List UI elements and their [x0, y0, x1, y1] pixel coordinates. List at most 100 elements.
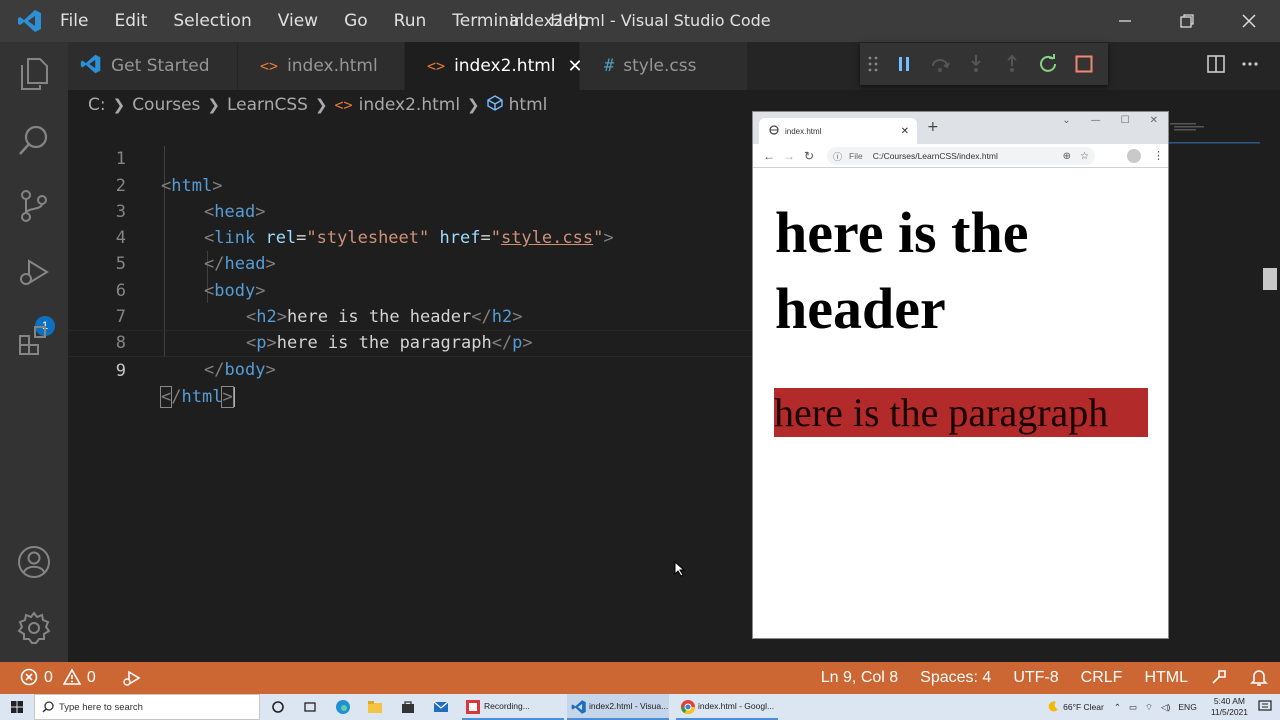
tab-index-html[interactable]: <> index.html	[238, 42, 405, 90]
back-arrow-icon[interactable]: ←	[763, 149, 775, 163]
code-line: 2 <head>	[68, 146, 752, 222]
step-out-icon[interactable]	[994, 46, 1030, 82]
taskbar-app-label: index.html - Googl...	[698, 701, 775, 711]
extensions-icon[interactable]	[14, 320, 54, 360]
source-control-icon[interactable]	[14, 186, 54, 226]
volume-icon[interactable]: ◁)	[1161, 702, 1170, 713]
browser-toolbar: ← → ↻ ⓘ File C:/Courses/LearnCSS/index.h…	[753, 144, 1168, 168]
wifi-icon[interactable]: ⌔	[1145, 702, 1153, 713]
pause-icon[interactable]	[886, 46, 922, 82]
html-file-icon: <>	[334, 96, 353, 114]
chevron-right-icon: ❯	[207, 96, 220, 114]
account-icon[interactable]	[14, 542, 54, 582]
symbol-element-icon	[486, 94, 503, 116]
browser-menu-icon[interactable]: ⋮	[1153, 149, 1164, 162]
breadcrumb-drive[interactable]: C:	[88, 95, 106, 115]
breadcrumb-folder-courses[interactable]: Courses	[132, 95, 200, 115]
taskbar-app-chrome[interactable]: index.html - Googl...	[676, 694, 778, 720]
taskbar-app-label: Recording...	[484, 701, 530, 711]
indentation[interactable]: Spaces: 4	[920, 669, 991, 687]
search-icon[interactable]	[14, 120, 54, 160]
taskbar-app-vscode[interactable]: index2.html - Visua...	[567, 694, 669, 720]
settings-gear-icon[interactable]	[14, 608, 54, 648]
explorer-icon[interactable]	[14, 54, 54, 94]
bookmark-star-icon[interactable]: ☆	[1080, 151, 1089, 162]
edge-browser-icon[interactable]	[333, 697, 353, 717]
close-tab-icon[interactable]: ✕	[901, 126, 909, 137]
step-over-icon[interactable]	[922, 46, 958, 82]
notifications-bell-icon[interactable]	[1250, 668, 1268, 688]
taskbar-search-input[interactable]: Type here to search	[34, 694, 260, 720]
taskbar-app-recording[interactable]: Recording...	[462, 694, 564, 720]
browser-tab[interactable]: index.html ✕	[759, 118, 917, 144]
close-icon[interactable]: ✕	[1150, 115, 1158, 126]
minimap[interactable]	[1168, 120, 1260, 150]
mail-icon[interactable]	[431, 697, 451, 717]
tab-index2-html[interactable]: <> index2.html ✕	[405, 42, 583, 90]
menu-go[interactable]: Go	[331, 0, 381, 42]
cortana-icon[interactable]	[268, 697, 288, 717]
html-file-icon: <>	[427, 57, 446, 75]
weather-text[interactable]: 66°F Clear	[1063, 702, 1104, 712]
split-editor-icon[interactable]	[1206, 54, 1226, 78]
forward-arrow-icon[interactable]: →	[783, 149, 795, 163]
zoom-icon[interactable]: ⊕	[1063, 151, 1071, 162]
more-actions-icon[interactable]	[1240, 54, 1260, 78]
minimize-button[interactable]	[1094, 0, 1156, 42]
store-icon[interactable]	[398, 697, 418, 717]
warning-count[interactable]: 0	[87, 669, 96, 687]
language-indicator[interactable]: ENG	[1178, 702, 1196, 712]
menu-edit[interactable]: Edit	[101, 0, 160, 42]
encoding[interactable]: UTF-8	[1013, 669, 1058, 687]
code-editor[interactable]: 1 <html> 2 <head> 3 <link rel="styleshee…	[68, 120, 752, 662]
chrome-icon	[680, 699, 696, 717]
clock[interactable]: 5:40 AM 11/5/2021	[1211, 696, 1248, 718]
menu-terminal[interactable]: Terminal	[439, 0, 537, 42]
debug-launch-icon[interactable]	[122, 669, 142, 688]
language-mode[interactable]: HTML	[1144, 669, 1188, 687]
address-bar[interactable]: ⓘ File C:/Courses/LearnCSS/index.html ⊕ …	[827, 147, 1095, 165]
restore-icon	[1180, 14, 1194, 28]
menu-file[interactable]: File	[60, 0, 101, 42]
feedback-icon[interactable]	[1210, 668, 1228, 688]
warning-icon[interactable]	[62, 668, 82, 688]
maximize-icon[interactable]: ☐	[1121, 115, 1130, 126]
tab-get-started[interactable]: Get Started	[68, 42, 238, 90]
browser-tab-strip: index.html ✕ + ⌄ — ☐ ✕	[753, 112, 1168, 144]
error-icon[interactable]	[20, 668, 38, 688]
end-of-line[interactable]: CRLF	[1081, 669, 1123, 687]
chevron-up-icon[interactable]: ⌃	[1114, 702, 1121, 713]
clock-time: 5:40 AM	[1213, 696, 1245, 706]
breadcrumb-file[interactable]: index2.html	[359, 95, 460, 115]
close-window-button[interactable]	[1218, 0, 1280, 42]
text-cursor	[232, 386, 235, 407]
browser-tab-title: index.html	[785, 126, 822, 136]
breadcrumb-folder-learncss[interactable]: LearnCSS	[227, 95, 308, 115]
drag-handle-icon[interactable]	[860, 46, 886, 82]
cursor-position[interactable]: Ln 9, Col 8	[821, 669, 898, 687]
menu-run[interactable]: Run	[381, 0, 440, 42]
windows-start-icon[interactable]	[0, 694, 34, 720]
menu-view[interactable]: View	[265, 0, 331, 42]
menu-help[interactable]: Help	[537, 0, 602, 42]
reload-icon[interactable]: ↻	[804, 149, 814, 163]
profile-avatar-icon[interactable]	[1127, 149, 1141, 163]
scrollbar-thumb[interactable]	[1263, 268, 1277, 290]
restart-icon[interactable]	[1030, 46, 1066, 82]
error-count[interactable]: 0	[44, 669, 53, 687]
file-explorer-icon[interactable]	[365, 697, 385, 717]
step-into-icon[interactable]	[958, 46, 994, 82]
tab-search-icon[interactable]: ⌄	[1062, 115, 1070, 126]
menu-selection[interactable]: Selection	[160, 0, 264, 42]
network-icon[interactable]: ▭	[1129, 702, 1137, 713]
notification-center-icon[interactable]	[1258, 700, 1272, 714]
task-view-icon[interactable]	[300, 697, 320, 717]
tab-style-css[interactable]: # style.css	[580, 42, 748, 90]
run-debug-icon[interactable]	[14, 252, 54, 292]
stop-icon[interactable]	[1066, 46, 1102, 82]
new-tab-icon[interactable]: +	[927, 119, 939, 135]
minimize-icon[interactable]: —	[1091, 115, 1101, 126]
restore-button[interactable]	[1156, 0, 1218, 42]
info-icon: ⓘ	[833, 151, 843, 162]
breadcrumb-symbol[interactable]: html	[509, 95, 548, 115]
